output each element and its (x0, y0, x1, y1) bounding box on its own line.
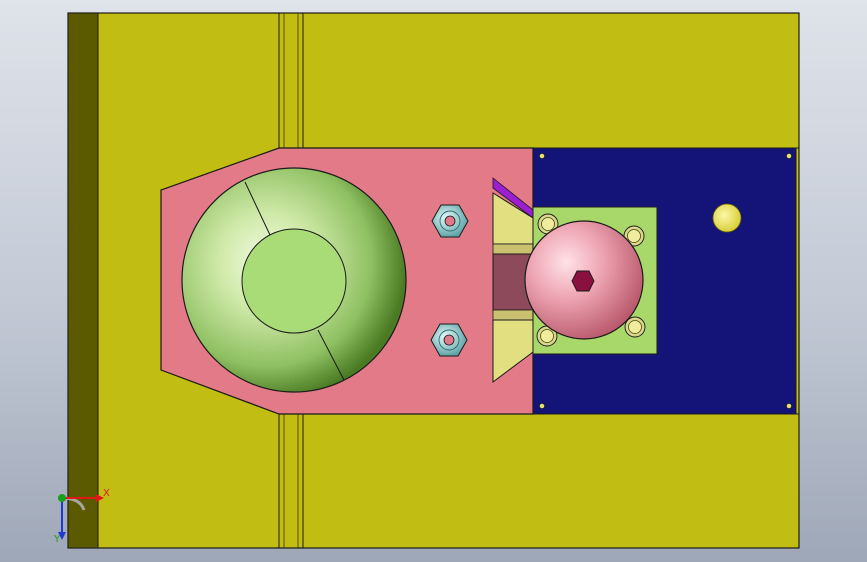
dowel-pin (712, 203, 742, 233)
pivot-dome-face (241, 228, 347, 334)
clamp-plate-hole-tl (539, 153, 545, 159)
y-axis-label: Y (53, 534, 61, 544)
clamp-plate-hole-bl (539, 403, 545, 409)
cam-hex-socket (571, 270, 595, 292)
coordinate-triad: X Y (53, 488, 110, 544)
y-axis-dot (58, 494, 66, 502)
x-axis-label: X (103, 488, 110, 499)
cad-model-view[interactable] (0, 0, 867, 562)
base-plate-side-face (67, 12, 99, 549)
pivot-dome[interactable] (181, 167, 407, 393)
cam-disc[interactable] (524, 220, 644, 340)
clamp-plate-hole-tr (786, 153, 792, 159)
graphics-viewport[interactable]: X Y (0, 0, 867, 562)
clamp-plate-hole-br (786, 403, 792, 409)
